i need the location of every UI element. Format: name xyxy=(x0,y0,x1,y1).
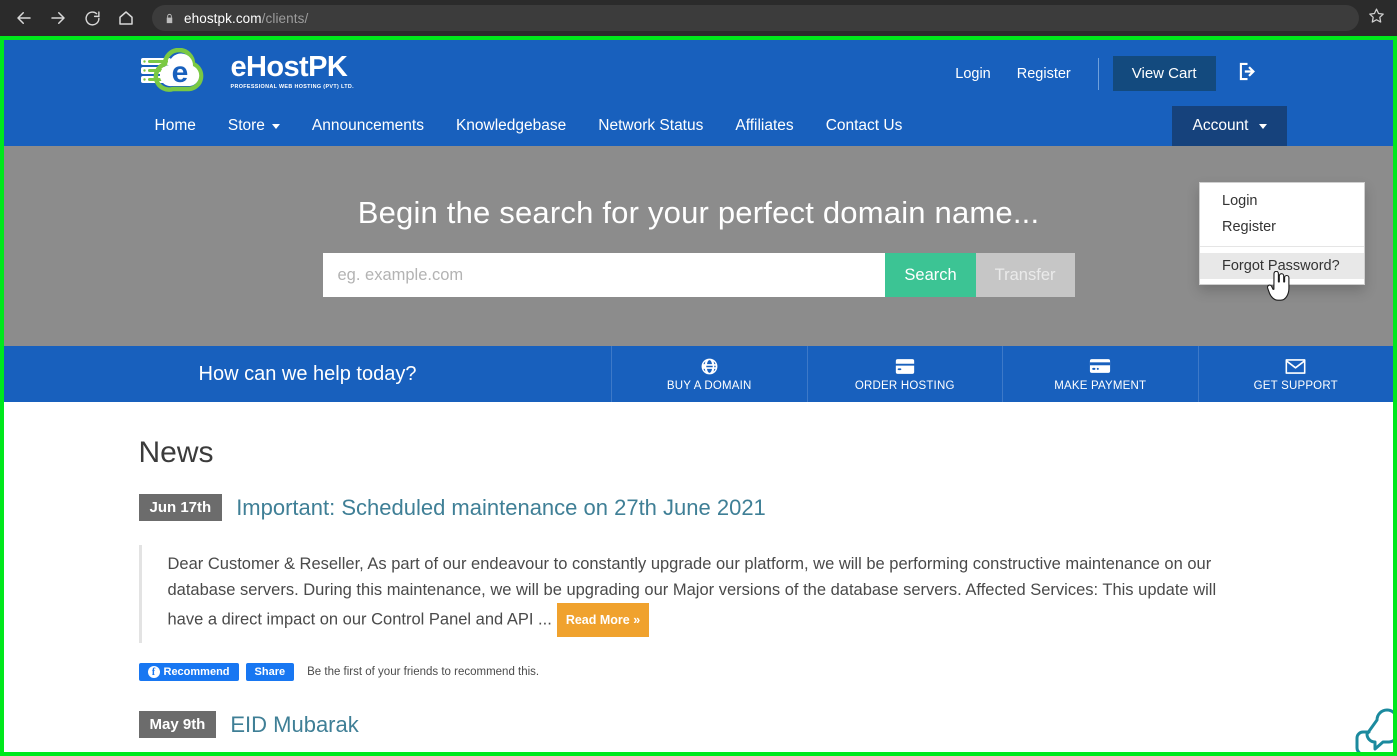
dropdown-item-register[interactable]: Register xyxy=(1200,214,1364,240)
news-body-text: Dear Customer & Reseller, As part of our… xyxy=(167,555,1217,629)
nav-label: Home xyxy=(154,117,196,134)
facebook-share-button[interactable]: Share xyxy=(245,663,295,681)
facebook-recommend-button[interactable]: f Recommend xyxy=(138,663,239,681)
nav-label: Announcements xyxy=(311,117,424,134)
credit-card-icon xyxy=(1089,357,1111,376)
nav-item-network-status[interactable]: Network Status xyxy=(582,106,719,146)
nav-label: Network Status xyxy=(598,117,704,134)
news-article-title-link[interactable]: Important: Scheduled maintenance on 27th… xyxy=(236,495,766,521)
nav-item-home[interactable]: Home xyxy=(139,106,212,146)
news-article-title-link[interactable]: EID Mubarak xyxy=(230,712,358,738)
header-divider xyxy=(1097,57,1099,90)
logout-icon xyxy=(1236,60,1259,88)
hero-domain-search: Begin the search for your perfect domain… xyxy=(4,146,1393,346)
browser-nav-buttons xyxy=(0,3,142,33)
header-register-link[interactable]: Register xyxy=(1004,60,1084,88)
dropdown-item-forgot-password[interactable]: Forgot Password? xyxy=(1200,253,1364,279)
site-logo[interactable]: e eHostPK PROFESSIONAL WEB HOSTING (PVT)… xyxy=(139,47,354,96)
logout-button[interactable] xyxy=(1236,60,1259,88)
domain-search-row: Search Transfer xyxy=(322,253,1075,297)
account-menu-button[interactable]: Account xyxy=(1172,106,1287,146)
main-navigation: Home Store Announcements Knowledgebase N… xyxy=(139,106,919,146)
quickbar-heading: How can we help today? xyxy=(4,346,612,402)
news-article-header: May 9th EID Mubarak xyxy=(138,711,1259,738)
logo-wordmark: eHostPK xyxy=(230,51,348,84)
transfer-button[interactable]: Transfer xyxy=(975,253,1075,297)
address-bar[interactable]: ehostpk.com/clients/ xyxy=(152,5,1359,31)
browser-toolbar: ehostpk.com/clients/ xyxy=(0,0,1397,36)
chevron-down-icon xyxy=(1258,123,1267,129)
nav-item-store[interactable]: Store xyxy=(212,106,296,146)
recommend-label: Recommend xyxy=(163,666,230,678)
server-icon xyxy=(894,357,916,376)
home-icon xyxy=(117,9,135,27)
nav-label: Affiliates xyxy=(735,117,794,134)
quick-action-bar: How can we help today? BUY A DOMAIN ORDE… xyxy=(4,346,1393,402)
dropdown-divider xyxy=(1200,246,1364,247)
ehostpk-cloud-server-logo: e xyxy=(139,47,225,96)
account-dropdown-menu: Login Register Forgot Password? xyxy=(1199,182,1365,285)
header-login-link[interactable]: Login xyxy=(942,60,1003,88)
quick-get-support[interactable]: GET SUPPORT xyxy=(1199,346,1394,402)
nav-item-affiliates[interactable]: Affiliates xyxy=(719,106,809,146)
chat-widget[interactable] xyxy=(1339,702,1393,752)
page-viewport-highlight: e eHostPK PROFESSIONAL WEB HOSTING (PVT)… xyxy=(0,36,1397,756)
header-top-links: Login Register View Cart xyxy=(942,56,1258,91)
svg-text:e: e xyxy=(171,56,188,89)
back-button[interactable] xyxy=(8,3,40,33)
reload-icon xyxy=(84,10,101,27)
envelope-icon xyxy=(1285,357,1306,376)
account-label: Account xyxy=(1192,117,1249,134)
quick-label: BUY A DOMAIN xyxy=(666,379,752,392)
quick-label: ORDER HOSTING xyxy=(854,379,955,392)
globe-icon xyxy=(700,357,719,376)
arrow-left-icon xyxy=(15,9,33,27)
read-more-button[interactable]: Read More » xyxy=(556,603,650,637)
domain-search-input[interactable] xyxy=(322,253,886,297)
url-domain: ehostpk.com xyxy=(184,10,262,26)
news-article-header: Jun 17th Important: Scheduled maintenanc… xyxy=(138,494,1259,521)
facebook-share-row: f Recommend Share Be the first of your f… xyxy=(138,663,1259,681)
logo-tagline: PROFESSIONAL WEB HOSTING (PVT) LTD. xyxy=(230,84,354,91)
dropdown-item-login[interactable]: Login xyxy=(1200,188,1364,214)
news-date-badge: May 9th xyxy=(138,711,217,738)
lock-icon xyxy=(164,12,175,25)
reload-button[interactable] xyxy=(76,3,108,33)
star-icon xyxy=(1368,7,1385,29)
quick-label: GET SUPPORT xyxy=(1253,379,1338,392)
quick-label: MAKE PAYMENT xyxy=(1054,379,1147,392)
nav-item-announcements[interactable]: Announcements xyxy=(296,106,440,146)
view-cart-button[interactable]: View Cart xyxy=(1112,56,1216,91)
url-text: ehostpk.com/clients/ xyxy=(184,11,308,26)
quick-buy-a-domain[interactable]: BUY A DOMAIN xyxy=(612,346,808,402)
url-path: /clients/ xyxy=(261,10,309,26)
web-page: e eHostPK PROFESSIONAL WEB HOSTING (PVT)… xyxy=(4,40,1393,752)
news-date-badge: Jun 17th xyxy=(138,494,223,521)
forward-button[interactable] xyxy=(42,3,74,33)
quick-make-payment[interactable]: MAKE PAYMENT xyxy=(1003,346,1199,402)
bookmark-button[interactable] xyxy=(1359,1,1393,35)
nav-item-contact-us[interactable]: Contact Us xyxy=(810,106,919,146)
news-article-body: Dear Customer & Reseller, As part of our… xyxy=(138,545,1229,643)
arrow-right-icon xyxy=(49,9,67,27)
hero-title: Begin the search for your perfect domain… xyxy=(357,195,1040,230)
search-button[interactable]: Search xyxy=(885,253,976,297)
home-button[interactable] xyxy=(110,3,142,33)
nav-label: Knowledgebase xyxy=(455,117,567,134)
quick-order-hosting[interactable]: ORDER HOSTING xyxy=(808,346,1003,402)
facebook-icon: f xyxy=(147,666,160,678)
chevron-down-icon xyxy=(271,123,280,129)
site-header: e eHostPK PROFESSIONAL WEB HOSTING (PVT)… xyxy=(4,40,1393,146)
nav-label: Store xyxy=(227,117,265,134)
news-section: News Jun 17th Important: Scheduled maint… xyxy=(119,402,1279,738)
facebook-share-note: Be the first of your friends to recommen… xyxy=(307,666,540,678)
nav-item-knowledgebase[interactable]: Knowledgebase xyxy=(440,106,582,146)
nav-label: Contact Us xyxy=(825,117,903,134)
page-title: News xyxy=(138,436,214,469)
